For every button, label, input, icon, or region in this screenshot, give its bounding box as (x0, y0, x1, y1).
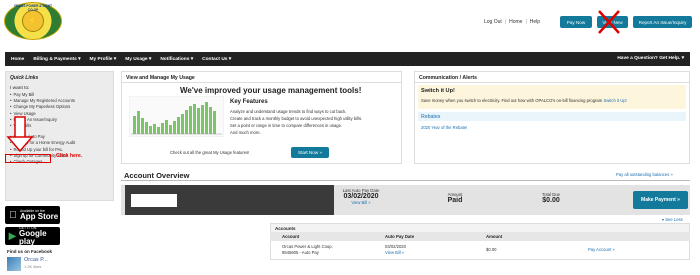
click-here-annotation: Click here. (56, 153, 83, 159)
arrow-annotation-icon (6, 116, 34, 153)
main-nav: Home Billing & Payments ▾ My Profile ▾ M… (5, 52, 690, 66)
usage-title: We've improved your usage management too… (180, 86, 362, 95)
nav-notifications[interactable]: Notifications ▾ (160, 57, 193, 62)
switch-link[interactable]: Switch it Up! (603, 98, 626, 103)
key-feature-1: Analyze and understand usage trends to f… (230, 109, 347, 114)
quick-links-title: Quick Links (10, 75, 39, 81)
row-autopay-date: 03/02/2020 (385, 244, 406, 249)
usage-chart-illustration (129, 96, 224, 137)
home-link[interactable]: Home (509, 19, 522, 25)
row-amount: $0.00 (486, 247, 497, 252)
nav-billing[interactable]: Billing & Payments ▾ (33, 57, 80, 62)
apple-icon:  (8, 210, 18, 221)
switch-text: Save money when you switch to electricit… (421, 98, 627, 103)
pay-all-link[interactable]: Pay all outstanding balances » (616, 172, 673, 177)
key-feature-2: Create and track a monthly budget to avo… (230, 116, 363, 121)
accounts-column-header (270, 232, 690, 241)
see-less-toggle[interactable]: ▾ See Less (662, 217, 683, 222)
play-icon: ▶ (8, 230, 17, 242)
key-features-title: Key Features (230, 99, 268, 105)
app-store-badge[interactable]:  Available on the App Store (5, 206, 60, 224)
divider (121, 180, 690, 181)
row-pay-account-link[interactable]: Pay Account » (588, 247, 615, 252)
help-link[interactable]: Help (530, 19, 540, 25)
report-issue-button[interactable]: Report An Issue/Inquiry (633, 16, 692, 28)
facebook-title: Find us on Facebook (7, 249, 53, 254)
accounts-table: Accounts (270, 223, 690, 260)
cross-out-annotation (598, 10, 620, 34)
total-due-value: $0.00 (542, 197, 560, 204)
top-links: Log Out | Home | Help (484, 19, 541, 25)
alerts-panel-header: Communication / Alerts (415, 72, 689, 83)
google-play-badge[interactable]: ▶ GET IT ON Google play (5, 226, 60, 246)
nav-home[interactable]: Home (11, 57, 24, 62)
rebates-header: Rebates (418, 112, 686, 121)
facebook-thumbnail[interactable] (7, 257, 21, 271)
start-now-button[interactable]: Start Now » (291, 147, 329, 158)
rebate-link[interactable]: 2020 Year of the Rebate! (421, 125, 467, 130)
row-account-name: Orcas Power & Light Coop. (282, 244, 333, 249)
nav-help[interactable]: Have a Question? Get Help. ▾ (617, 56, 684, 61)
account-overview-title: Account Overview (124, 171, 190, 180)
quick-links-intro: I want to: (10, 86, 30, 91)
total-due-col: Total Due $0.00 (526, 192, 576, 204)
highlight-box (5, 154, 51, 163)
usage-panel-header: View and Manage My Usage (122, 72, 401, 83)
google-play-big: Google play (18, 229, 47, 246)
redacted-account-name (131, 194, 177, 207)
facebook-likes: 1.2K likes (24, 264, 42, 269)
last-autopay-col: Last Auto Pay Date 03/02/2020 View Bill … (330, 188, 392, 205)
checkout-text: Check out all the great My Usage feature… (170, 150, 250, 155)
make-payment-button[interactable]: Make Payment » (633, 191, 688, 209)
switch-title: Switch it Up! (421, 88, 455, 94)
app-store-big: App Store (20, 212, 59, 221)
row-view-bill-link[interactable]: View Bill » (385, 250, 404, 255)
row-account-sub: 9545605 - Auto Pay (282, 250, 319, 255)
col-autopay-date: Auto Pay Date (385, 234, 415, 239)
last-autopay-value: 03/02/2020 (343, 193, 379, 200)
col-account: Account (282, 234, 300, 239)
facebook-page-name[interactable]: Orcas P... (24, 257, 48, 263)
key-feature-4: And much more. (230, 130, 261, 135)
lightbulb-icon: ⚡ (22, 10, 44, 32)
switch-it-up-box: Switch it Up! Save money when you switch… (418, 85, 686, 109)
col-amount: Amount (486, 234, 503, 239)
nav-contact[interactable]: Contact Us ▾ (202, 57, 231, 62)
pay-now-button[interactable]: Pay Now (560, 16, 592, 28)
amount-col: Amount Paid (430, 192, 480, 204)
amount-value: Paid (447, 197, 463, 204)
key-feature-3: Set a point or range in time to compare … (230, 123, 343, 128)
logo-text: ORCAS POWER & LIGHT CO-OP (13, 4, 53, 12)
nav-profile[interactable]: My Profile ▾ (90, 57, 117, 62)
view-bill-link[interactable]: View Bill » (330, 200, 392, 205)
nav-usage[interactable]: My Usage ▾ (125, 57, 151, 62)
logout-link[interactable]: Log Out (484, 19, 502, 25)
